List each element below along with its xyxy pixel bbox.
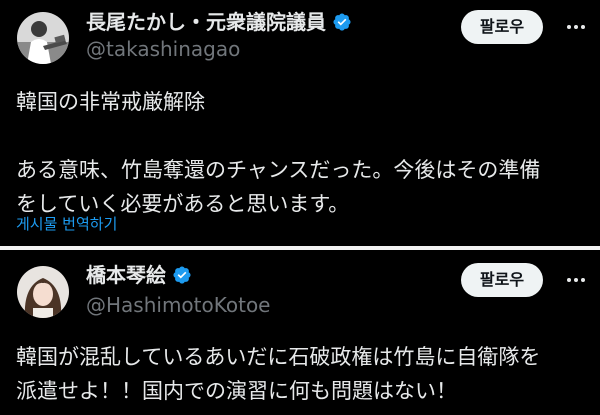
post-body: 韓国が混乱しているあいだに石破政権は竹島に自衛隊を 派遣せよ！！国内での演習に何… [16,340,586,408]
post-body-line [16,119,586,153]
screen: 長尾たかし・元衆議院議員 @takashinagao 팔로우 韓国の非常戒厳解除… [0,0,600,415]
post-body-line: 韓国の非常戒厳解除 [16,90,205,114]
avatar[interactable] [17,266,69,318]
verified-badge-icon [333,13,351,31]
avatar[interactable] [17,12,69,64]
more-options-icon[interactable] [564,15,588,39]
author-name-row: 長尾たかし・元衆議院議員 [86,10,352,34]
more-options-icon[interactable] [564,268,588,292]
handle[interactable]: @HashimotoKotoe [86,293,270,317]
display-name[interactable]: 橋本琴絵 [86,263,166,287]
post-body-line: 韓国が混乱しているあいだに石破政権は竹島に自衛隊を [16,345,541,369]
display-name[interactable]: 長尾たかし・元衆議院議員 [86,10,326,34]
translate-post-link[interactable]: 게시물 번역하기 [16,214,117,234]
post-body-line: 派遣せよ！！国内での演習に何も問題はない！ [16,379,457,403]
author-name-row: 橋本琴絵 [86,263,192,287]
follow-button[interactable]: 팔로우 [461,263,543,297]
verified-badge-icon [173,266,191,284]
post-body: 韓国の非常戒厳解除 ある意味、竹島奪還のチャンスだった。今後はその準備 をしてい… [16,85,586,221]
post-1[interactable]: 長尾たかし・元衆議院議員 @takashinagao 팔로우 韓国の非常戒厳解除… [0,0,600,246]
avatar-photo [17,266,69,318]
avatar-photo [17,12,69,64]
handle[interactable]: @takashinagao [86,37,240,61]
follow-button[interactable]: 팔로우 [461,10,543,44]
post-body-line: ある意味、竹島奪還のチャンスだった。今後はその準備 [16,158,541,182]
